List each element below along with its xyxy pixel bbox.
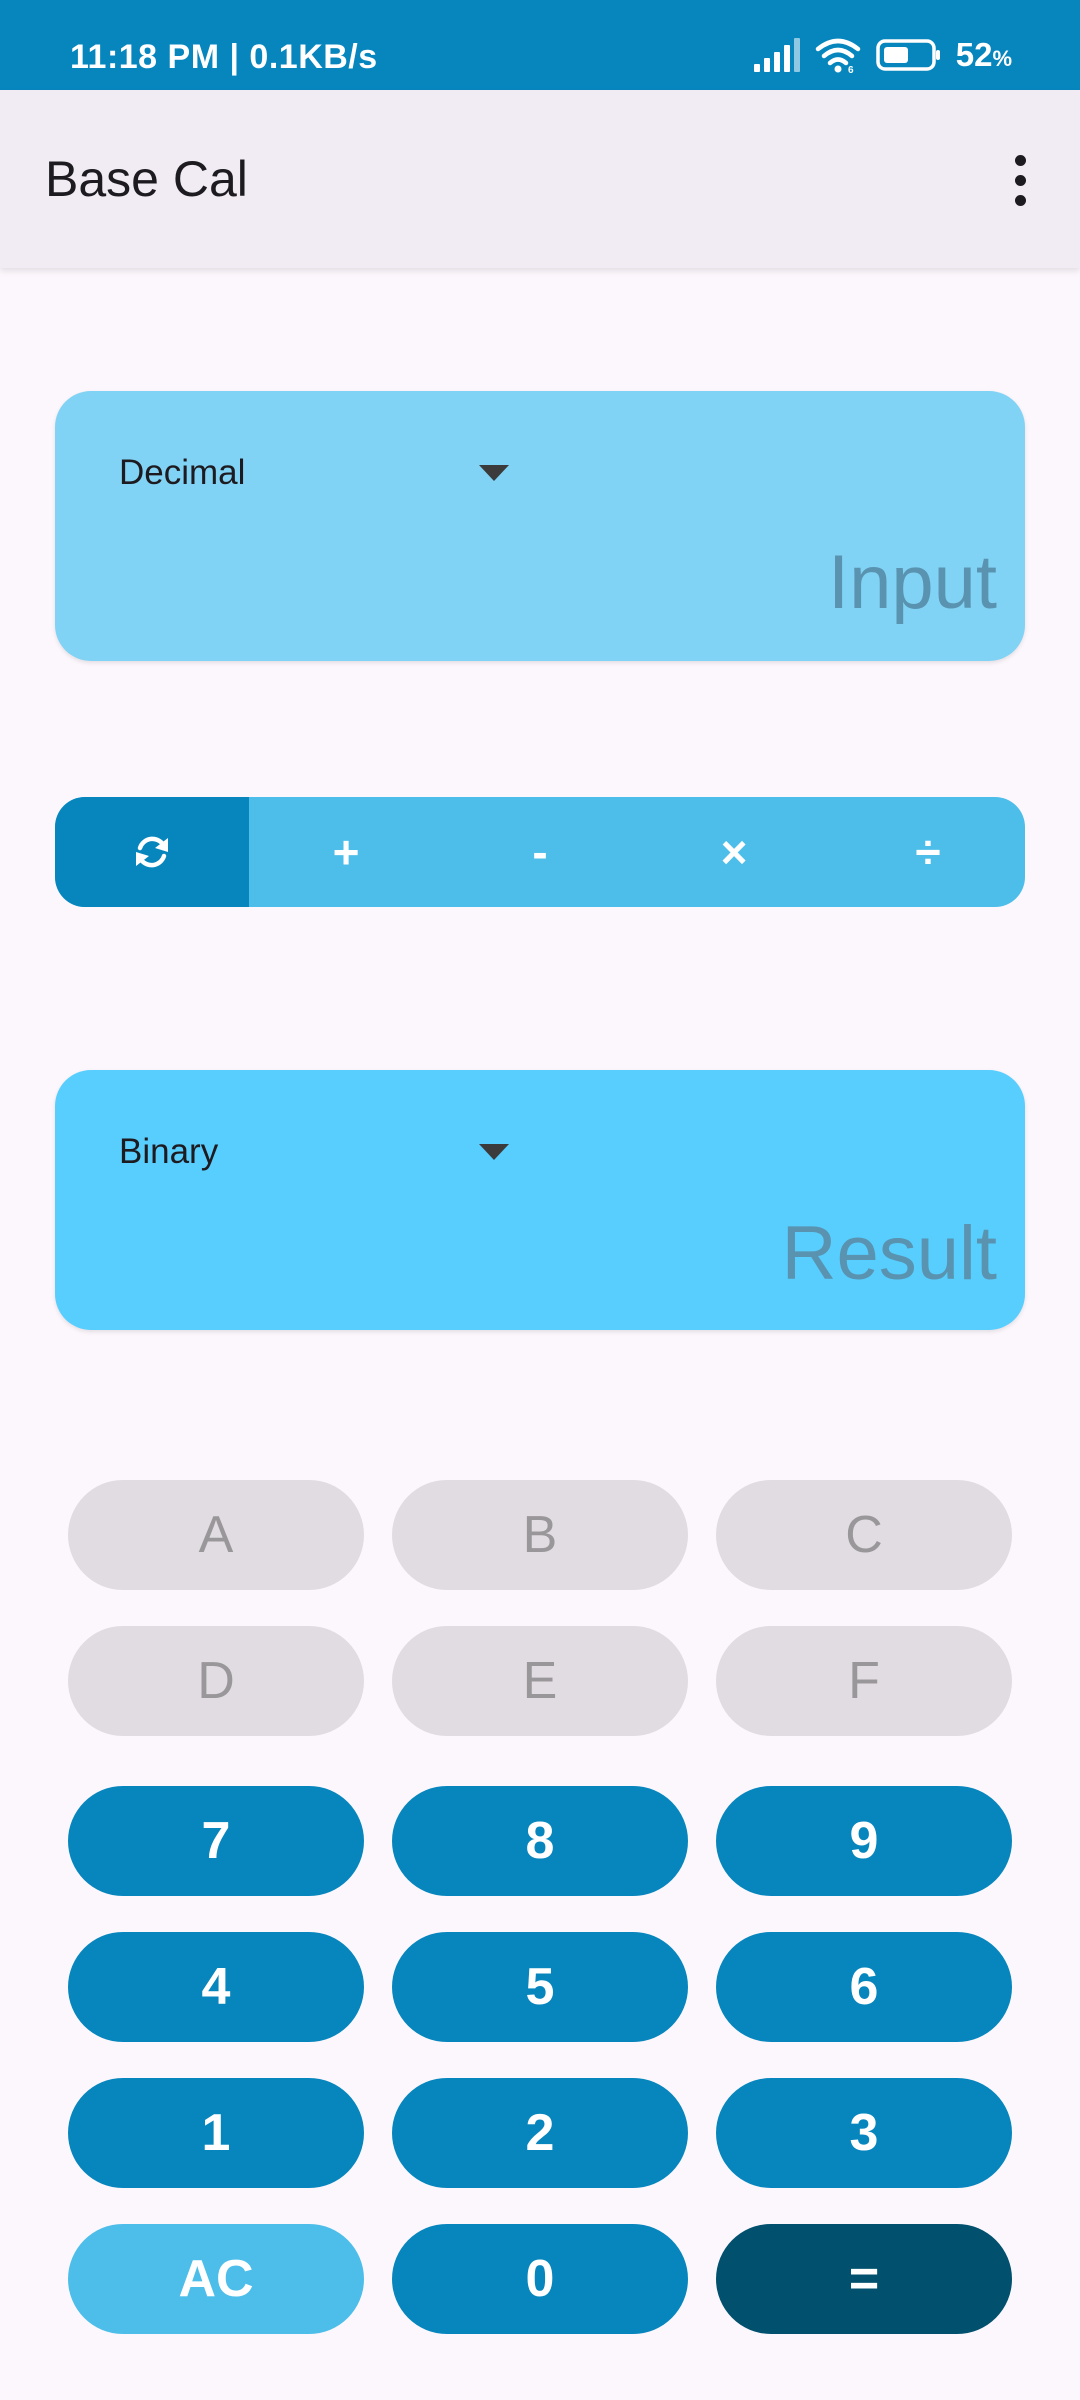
keypad-row: 1 2 3 <box>68 2078 1012 2188</box>
key-8[interactable]: 8 <box>392 1786 688 1896</box>
app-title: Base Cal <box>45 151 248 207</box>
key-7[interactable]: 7 <box>68 1786 364 1896</box>
dropdown-arrow-icon <box>479 1144 509 1160</box>
multiply-button[interactable]: × <box>637 797 831 907</box>
key-3[interactable]: 3 <box>716 2078 1012 2188</box>
add-button[interactable]: + <box>249 797 443 907</box>
key-0[interactable]: 0 <box>392 2224 688 2334</box>
app-bar: Base Cal <box>0 90 1080 268</box>
equals-button[interactable]: = <box>716 2224 1012 2334</box>
battery-icon <box>875 39 942 71</box>
dropdown-arrow-icon <box>479 465 509 481</box>
status-bar: 11:18 PM | 0.1KB/s 6 52% <box>0 0 1080 90</box>
keypad-row: D E F <box>68 1626 1012 1736</box>
operation-selector: + - × ÷ <box>55 797 1025 907</box>
input-base-label: Decimal <box>119 453 246 492</box>
status-icons: 6 52% <box>752 36 1012 74</box>
result-base-label: Binary <box>119 1132 219 1171</box>
key-9[interactable]: 9 <box>716 1786 1012 1896</box>
status-time: 11:18 PM | 0.1KB/s <box>70 38 378 76</box>
keypad-row: 7 8 9 <box>68 1786 1012 1896</box>
key-a[interactable]: A <box>68 1480 364 1590</box>
input-field[interactable]: Input <box>828 539 997 626</box>
divide-button[interactable]: ÷ <box>831 797 1025 907</box>
svg-text:6: 6 <box>848 65 854 73</box>
result-card[interactable]: Binary Result <box>55 1070 1025 1330</box>
key-b[interactable]: B <box>392 1480 688 1590</box>
battery-level: 52% <box>955 36 1012 73</box>
subtract-button[interactable]: - <box>443 797 637 907</box>
result-field: Result <box>781 1211 997 1296</box>
clear-button[interactable]: AC <box>68 2224 364 2334</box>
key-1[interactable]: 1 <box>68 2078 364 2188</box>
result-base-dropdown[interactable]: Binary <box>119 1122 509 1182</box>
wifi-icon: 6 <box>814 37 862 73</box>
input-base-dropdown[interactable]: Decimal <box>119 443 509 503</box>
key-c[interactable]: C <box>716 1480 1012 1590</box>
more-vert-icon[interactable] <box>990 140 1050 220</box>
convert-icon <box>136 836 168 868</box>
keypad-row: AC 0 = <box>68 2224 1012 2334</box>
key-f[interactable]: F <box>716 1626 1012 1736</box>
input-card[interactable]: Decimal Input <box>55 391 1025 661</box>
key-6[interactable]: 6 <box>716 1932 1012 2042</box>
key-d[interactable]: D <box>68 1626 364 1736</box>
key-e[interactable]: E <box>392 1626 688 1736</box>
convert-button[interactable] <box>55 797 249 907</box>
keypad-row: 4 5 6 <box>68 1932 1012 2042</box>
key-4[interactable]: 4 <box>68 1932 364 2042</box>
signal-icon <box>752 38 800 72</box>
key-2[interactable]: 2 <box>392 2078 688 2188</box>
keypad-row: A B C <box>68 1480 1012 1590</box>
key-5[interactable]: 5 <box>392 1932 688 2042</box>
